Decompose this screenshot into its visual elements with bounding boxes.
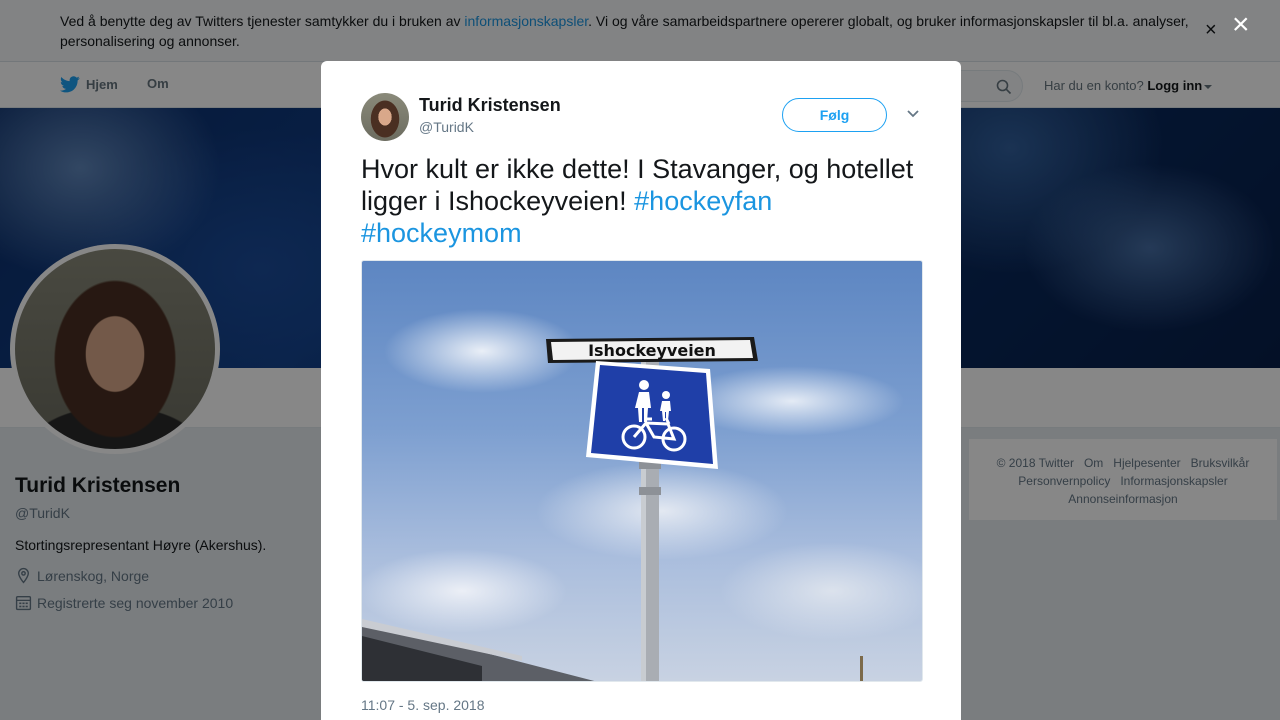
tweet-photo[interactable]: Ishockeyveien: [361, 260, 923, 682]
tweet-text: Hvor kult er ikke dette! I Stavanger, og…: [361, 153, 921, 249]
tweet-modal: Turid Kristensen @TuridK Følg Hvor kult …: [321, 61, 961, 720]
tweet-timestamp[interactable]: 11:07 - 5. sep. 2018: [361, 697, 485, 713]
sign-text: Ishockeyveien: [588, 341, 716, 360]
close-modal-button[interactable]: ×: [1232, 10, 1250, 40]
hashtag-link[interactable]: #hockeymom: [361, 218, 522, 248]
tweet-author-avatar[interactable]: [361, 93, 409, 141]
street-sign-image: Ishockeyveien: [362, 337, 863, 681]
chevron-down-icon[interactable]: [906, 109, 920, 119]
follow-button[interactable]: Følg: [782, 98, 887, 132]
hashtag-link[interactable]: #hockeyfan: [634, 186, 772, 216]
tweet-author-name[interactable]: Turid Kristensen: [419, 95, 561, 116]
tweet-author-handle[interactable]: @TuridK: [419, 119, 474, 135]
